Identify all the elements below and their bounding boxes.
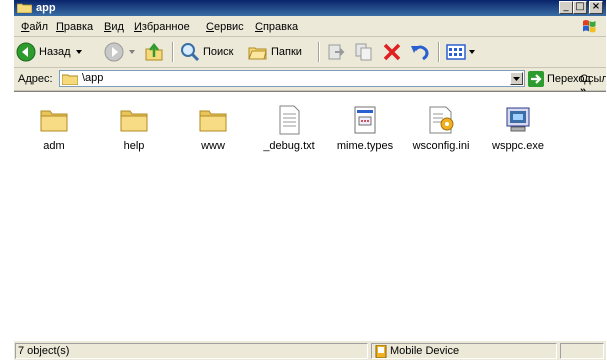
file-name: www <box>201 140 225 152</box>
maximize-button[interactable]: □ <box>573 1 587 14</box>
search-icon <box>181 43 200 62</box>
views-button[interactable] <box>446 41 476 63</box>
up-folder-button[interactable] <box>144 41 164 63</box>
delete-button[interactable] <box>382 41 402 63</box>
file-item[interactable]: _debug.txt <box>251 104 327 153</box>
chevron-down-icon <box>469 50 475 54</box>
close-button[interactable]: × <box>589 1 603 14</box>
file-item[interactable]: help <box>96 104 172 153</box>
status-location-text: Mobile Device <box>390 345 460 357</box>
forward-button[interactable] <box>104 41 136 63</box>
address-value: \app <box>82 72 104 84</box>
menu-tools[interactable]: Сервис <box>206 21 244 33</box>
menu-view[interactable]: Вид <box>104 21 124 33</box>
status-grip[interactable] <box>560 343 604 359</box>
status-bar: 7 object(s) Mobile Device <box>14 340 606 360</box>
exe-file-icon <box>506 107 530 132</box>
toolbar: Назад Поиск Папки <box>14 37 606 68</box>
menu-edit[interactable]: Правка <box>56 21 93 33</box>
text-file-icon <box>279 105 300 135</box>
title-bar[interactable]: app _ □ × <box>14 0 606 16</box>
file-name: mime.types <box>336 140 394 152</box>
toolbar-separator <box>172 42 174 62</box>
back-button[interactable]: Назад <box>16 41 83 63</box>
menu-bar: Файл Правка Вид Избранное Сервис Справка <box>14 17 606 37</box>
status-object-count: 7 object(s) <box>15 343 368 359</box>
menu-help[interactable]: Справка <box>255 21 298 33</box>
toolbar-separator <box>318 42 320 62</box>
go-arrow-icon <box>528 71 544 87</box>
file-item[interactable]: mime.types <box>327 104 403 153</box>
folder-icon <box>199 110 227 132</box>
windows-logo-icon <box>583 20 596 33</box>
up-folder-icon <box>145 42 163 61</box>
file-item[interactable]: wsconfig.ini <box>403 104 479 153</box>
window-title: app <box>36 2 56 14</box>
address-label: Адрес: <box>18 73 53 85</box>
file-item[interactable]: adm <box>16 104 92 153</box>
chevron-down-icon <box>75 50 82 54</box>
forward-arrow-icon <box>104 42 124 62</box>
move-to-icon <box>328 44 345 60</box>
chevron-down-icon <box>513 77 520 81</box>
delete-icon <box>383 43 401 61</box>
chevron-down-icon <box>129 50 135 54</box>
status-count-text: 7 object(s) <box>18 345 70 357</box>
search-label: Поиск <box>203 46 234 58</box>
folders-button[interactable]: Папки <box>248 41 302 63</box>
folder-icon <box>17 3 32 13</box>
menu-file[interactable]: Файл <box>21 21 48 33</box>
explorer-window: app _ □ × Файл Правка Вид Избранное Серв… <box>14 0 606 360</box>
address-dropdown-button[interactable] <box>510 72 523 85</box>
folder-icon <box>62 74 78 85</box>
file-item[interactable]: www <box>175 104 251 153</box>
copy-to-icon <box>355 43 372 61</box>
file-name: wsppc.exe <box>492 140 544 152</box>
status-location: Mobile Device <box>371 343 557 359</box>
search-button[interactable]: Поиск <box>180 41 233 63</box>
mobile-device-icon <box>375 345 387 358</box>
back-arrow-icon <box>16 42 36 62</box>
address-field[interactable]: \app <box>59 70 525 87</box>
folder-icon <box>40 110 68 132</box>
file-name: wsconfig.ini <box>412 140 470 152</box>
toolbar-separator <box>438 42 440 62</box>
move-to-button[interactable] <box>326 41 346 63</box>
file-name: adm <box>43 140 65 152</box>
views-icon <box>446 44 466 60</box>
folders-label: Папки <box>271 46 302 58</box>
undo-icon <box>411 45 429 61</box>
links-label: Ссылки <box>580 73 606 85</box>
menu-favorites[interactable]: Избранное <box>134 21 190 33</box>
ini-file-icon <box>429 106 454 134</box>
file-list: adm help www _debug.txt mime.types wscon… <box>14 91 606 340</box>
back-label: Назад <box>39 46 71 58</box>
folders-icon <box>248 47 267 60</box>
file-name: help <box>123 140 145 152</box>
folder-icon <box>120 110 148 132</box>
copy-to-button[interactable] <box>354 41 374 63</box>
minimize-button[interactable]: _ <box>559 1 573 14</box>
types-file-icon <box>354 106 376 134</box>
file-item[interactable]: wsppc.exe <box>480 104 556 153</box>
undo-button[interactable] <box>410 41 430 63</box>
file-name: _debug.txt <box>263 140 315 152</box>
address-bar: Адрес: \app Переход Ссылки » <box>14 68 606 97</box>
